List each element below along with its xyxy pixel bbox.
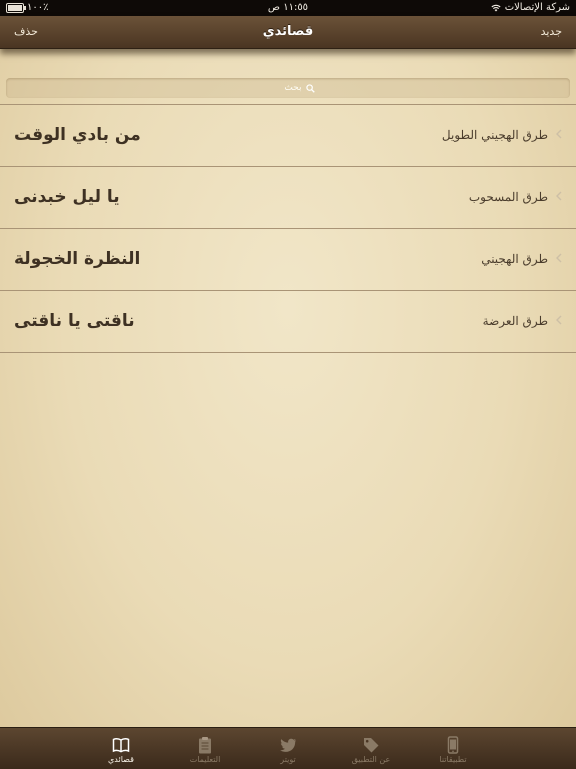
tab-instructions[interactable]: التعليمات: [170, 728, 240, 769]
search-bar[interactable]: [6, 78, 570, 98]
twitter-bird-icon: [280, 738, 296, 752]
tab-label: تويتر: [280, 755, 296, 764]
search-input[interactable]: [261, 83, 302, 93]
tab-label: التعليمات: [189, 755, 221, 764]
tab-bar: قصائدي التعليمات تويتر عن التطبيق تطبيقا…: [0, 727, 576, 769]
poems-list: من بادي الوقت طرق الهجيني الطويل يا ليل …: [0, 104, 576, 353]
poem-row[interactable]: ناقتى يا ناقتى طرق العرضة: [0, 290, 576, 353]
tab-label: تطبيقاتنا: [439, 755, 467, 764]
poem-meter: طرق العرضة: [482, 314, 548, 328]
tab-label: قصائدي: [108, 755, 134, 764]
search-icon: [305, 83, 315, 93]
tab-twitter[interactable]: تويتر: [253, 728, 323, 769]
poem-title: ناقتى يا ناقتى: [14, 311, 135, 331]
book-icon: [112, 738, 130, 753]
poem-row[interactable]: النظرة الخجولة طرق الهجيني: [0, 228, 576, 290]
chevron-left-icon: [556, 315, 562, 325]
carrier-indicator: شركة الإتصالات: [491, 0, 570, 16]
poem-meter: طرق الهجيني الطويل: [441, 128, 548, 142]
poem-row[interactable]: من بادي الوقت طرق الهجيني الطويل: [0, 104, 576, 166]
status-time: ١١:٥٥ ص: [267, 2, 309, 13]
wifi-icon: [491, 4, 501, 12]
tab-our-apps[interactable]: تطبيقاتنا: [418, 728, 488, 769]
poem-meter: طرق الهجيني: [481, 252, 548, 266]
poem-meter: طرق المسحوب: [468, 190, 548, 204]
tab-label: عن التطبيق: [351, 755, 391, 764]
chevron-left-icon: [556, 191, 562, 201]
status-bar: ١٠٠٪ ١١:٥٥ ص شركة الإتصالات: [0, 0, 576, 16]
tag-icon: [364, 738, 379, 753]
poem-title: يا ليل خبدنى: [14, 187, 120, 207]
new-poem-button[interactable]: جديد: [541, 16, 562, 48]
chevron-left-icon: [556, 253, 562, 263]
poem-title: من بادي الوقت: [14, 125, 141, 145]
chevron-left-icon: [556, 129, 562, 139]
navigation-bar: حذف قصائدي جديد: [0, 16, 576, 49]
page-title: قصائدي: [262, 24, 314, 39]
phone-icon: [447, 736, 459, 754]
tab-about[interactable]: عن التطبيق: [336, 728, 406, 769]
clipboard-icon: [199, 737, 211, 754]
tab-my-poems[interactable]: قصائدي: [86, 728, 156, 769]
carrier-name: شركة الإتصالات: [504, 2, 570, 13]
poem-row[interactable]: يا ليل خبدنى طرق المسحوب: [0, 166, 576, 228]
poem-title: النظرة الخجولة: [14, 249, 141, 269]
